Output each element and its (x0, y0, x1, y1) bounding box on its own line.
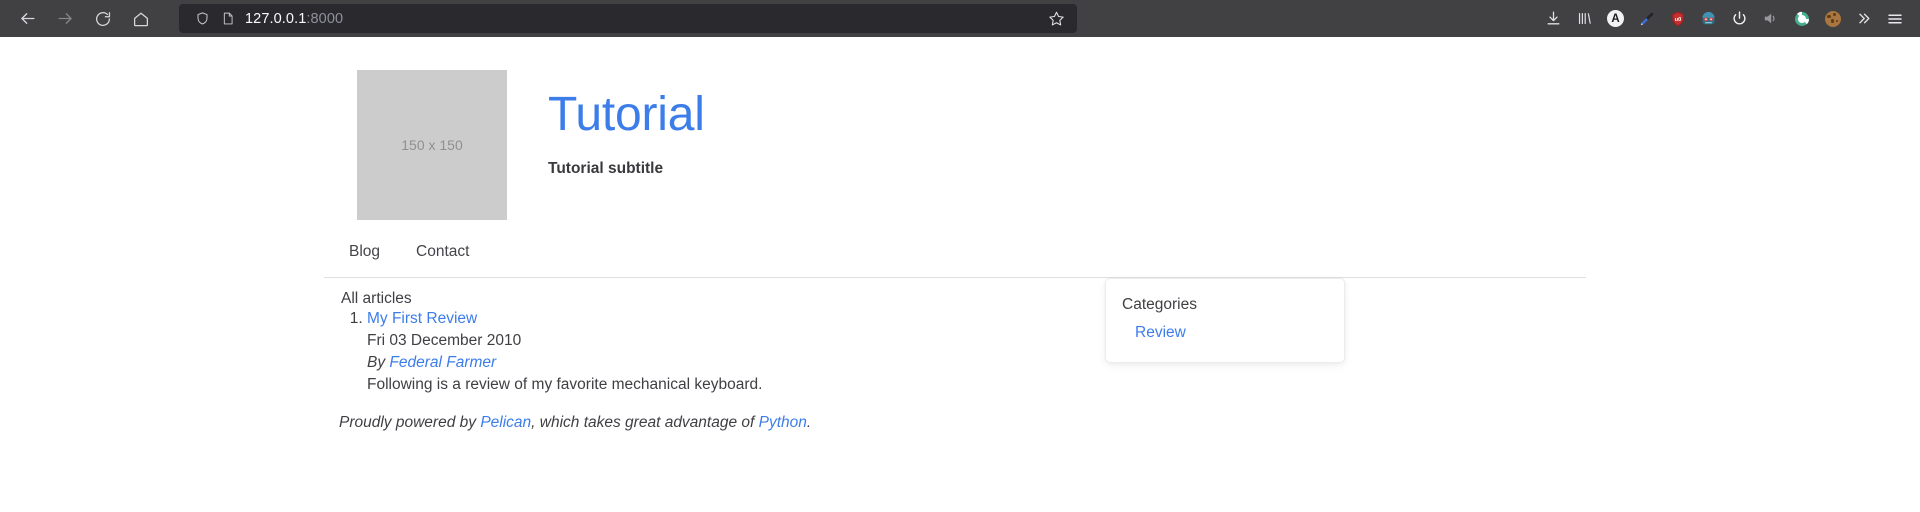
ublock-origin-icon[interactable]: u0 (1662, 4, 1693, 34)
site-title[interactable]: Tutorial (548, 87, 705, 142)
footer-text-part2: , which takes great advantage of (531, 413, 759, 431)
site-subtitle: Tutorial subtitle (548, 160, 664, 178)
article-byline: By Federal Farmer (367, 353, 1614, 373)
article-date: Fri 03 December 2010 (367, 331, 522, 349)
home-icon (133, 12, 149, 26)
forward-button[interactable] (46, 4, 84, 34)
footer-text-part1: Proudly powered by (339, 413, 481, 431)
site-nav: Blog Contact (324, 239, 1614, 265)
bookmark-star-icon[interactable] (1043, 10, 1069, 27)
article-author-link[interactable]: Federal Farmer (389, 354, 496, 371)
address-bar[interactable]: 127.0.0.1:8000 (179, 4, 1077, 33)
logo-placeholder-text: 150 x 150 (401, 137, 463, 153)
power-icon[interactable] (1724, 4, 1755, 34)
eyedropper-icon[interactable] (1631, 4, 1662, 34)
navigation-buttons (0, 4, 160, 34)
footer-link-pelican[interactable]: Pelican (480, 414, 531, 431)
byline-prefix: By (367, 353, 390, 371)
site-header: 150 x 150 Tutorial Tutorial subtitle (324, 37, 1614, 220)
site-title-block: Tutorial Tutorial subtitle (548, 70, 705, 178)
overflow-chevrons-icon[interactable] (1848, 4, 1879, 34)
cookie-shape (1824, 10, 1841, 27)
article-list: My First Review Fri 03 December 2010 By … (339, 309, 1614, 395)
cookie-icon[interactable] (1817, 4, 1848, 34)
category-link-review[interactable]: Review (1135, 324, 1186, 341)
library-icon[interactable] (1569, 4, 1600, 34)
articles-section: All articles My First Review Fri 03 Dece… (324, 278, 1614, 395)
url-port: :8000 (306, 10, 344, 27)
page-container: 150 x 150 Tutorial Tutorial subtitle Blo… (324, 37, 1614, 432)
list-item: Review (1135, 324, 1344, 342)
categories-list: Review (1106, 324, 1344, 342)
categories-card: Categories Review (1105, 278, 1345, 363)
site-logo-placeholder: 150 x 150 (357, 70, 507, 220)
account-a-icon[interactable]: A (1600, 4, 1631, 34)
toolbar-extension-icons: A u0 (1538, 0, 1920, 37)
article-summary: Following is a review of my favorite mec… (367, 375, 763, 393)
page-viewport: 150 x 150 Tutorial Tutorial subtitle Blo… (0, 37, 1920, 512)
page-document-icon[interactable] (215, 11, 241, 26)
footer-link-python[interactable]: Python (759, 414, 807, 431)
home-button[interactable] (122, 4, 160, 34)
content-row: All articles My First Review Fri 03 Dece… (324, 278, 1614, 395)
reload-icon (96, 11, 111, 26)
site-footer: Proudly powered by Pelican, which takes … (324, 414, 1614, 432)
nav-item-blog[interactable]: Blog (339, 239, 390, 265)
footer-text-part3: . (806, 413, 812, 431)
nav-item-contact[interactable]: Contact (406, 239, 479, 265)
reload-button[interactable] (84, 4, 122, 34)
categories-title: Categories (1122, 296, 1197, 313)
svg-text:u0: u0 (1674, 16, 1680, 22)
all-articles-label: All articles (341, 290, 412, 307)
article-title-link[interactable]: My First Review (367, 310, 477, 327)
hamburger-menu-icon[interactable] (1879, 4, 1910, 34)
shield-icon[interactable] (189, 11, 215, 26)
forward-arrow-icon (57, 13, 72, 24)
address-bar-container: 127.0.0.1:8000 (179, 4, 1077, 33)
list-item: My First Review Fri 03 December 2010 By … (367, 309, 1614, 395)
account-a-badge: A (1607, 10, 1624, 27)
back-button[interactable] (8, 4, 46, 34)
back-arrow-icon (20, 13, 35, 24)
speaker-icon[interactable] (1755, 4, 1786, 34)
url-host: 127.0.0.1 (245, 10, 307, 27)
robot-face-icon[interactable] (1693, 4, 1724, 34)
browser-toolbar: 127.0.0.1:8000 A u0 (0, 0, 1920, 37)
sync-refresh-icon[interactable] (1786, 4, 1817, 34)
downloads-icon[interactable] (1538, 4, 1569, 34)
url-text[interactable]: 127.0.0.1:8000 (241, 11, 1043, 27)
